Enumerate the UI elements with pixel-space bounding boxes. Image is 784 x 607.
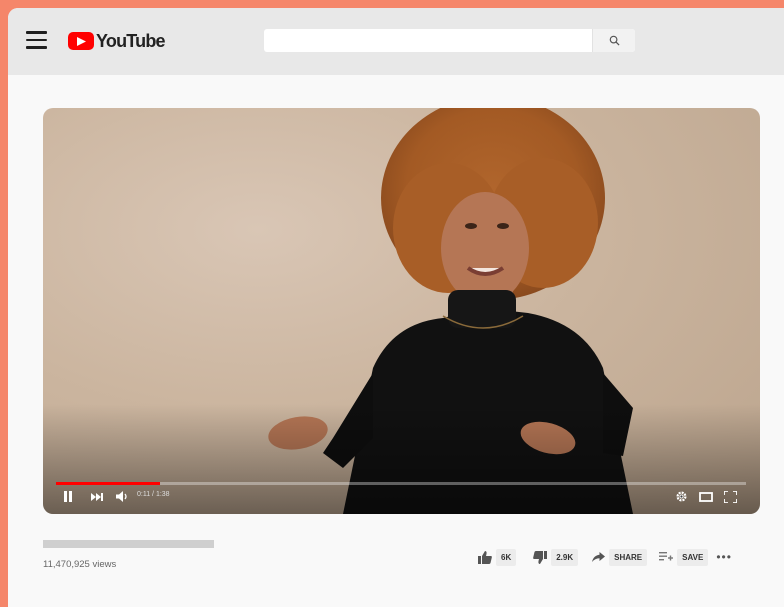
share-button[interactable]: SHARE [592, 548, 648, 566]
next-icon[interactable] [91, 493, 103, 501]
fullscreen-icon[interactable] [724, 491, 737, 503]
search-icon [609, 35, 620, 46]
search-box [264, 29, 635, 52]
more-options-icon[interactable]: ••• [716, 550, 732, 564]
save-button[interactable]: SAVE [659, 548, 709, 566]
youtube-logo[interactable]: YouTube [68, 30, 166, 51]
progress-bar[interactable] [56, 482, 746, 485]
share-icon [592, 552, 606, 562]
menu-icon[interactable] [26, 31, 47, 49]
like-button[interactable]: 6K [478, 548, 517, 566]
volume-icon[interactable] [116, 491, 128, 502]
save-label: SAVE [677, 548, 709, 566]
search-button[interactable] [592, 29, 635, 52]
header: YouTube [8, 8, 784, 75]
like-count: 6K [496, 548, 517, 566]
thumbs-up-icon [478, 550, 492, 564]
add-to-playlist-icon [659, 552, 674, 561]
time-display: 0:11 / 1:38 [137, 491, 170, 498]
dislike-count: 2.9K [551, 548, 579, 566]
video-title-placeholder [43, 540, 214, 548]
video-player[interactable]: 0:11 / 1:38 [43, 108, 760, 514]
search-input[interactable] [264, 29, 584, 52]
progress-fill [56, 482, 160, 485]
logo-text: YouTube [96, 30, 166, 51]
browser-window: YouTube 0:11 / 1:38 11,470,925 views 6K … [8, 8, 784, 607]
thumbs-down-icon [533, 550, 548, 564]
youtube-logo-icon [68, 32, 94, 50]
share-label: SHARE [609, 548, 648, 566]
view-count: 11,470,925 views [43, 559, 117, 570]
dislike-button[interactable]: 2.9K [533, 548, 579, 566]
theater-mode-icon[interactable] [699, 492, 713, 502]
settings-icon[interactable] [675, 490, 688, 503]
video-actions: 6K 2.9K SHARE SAVE ••• [478, 546, 732, 568]
pause-icon[interactable] [63, 491, 73, 502]
